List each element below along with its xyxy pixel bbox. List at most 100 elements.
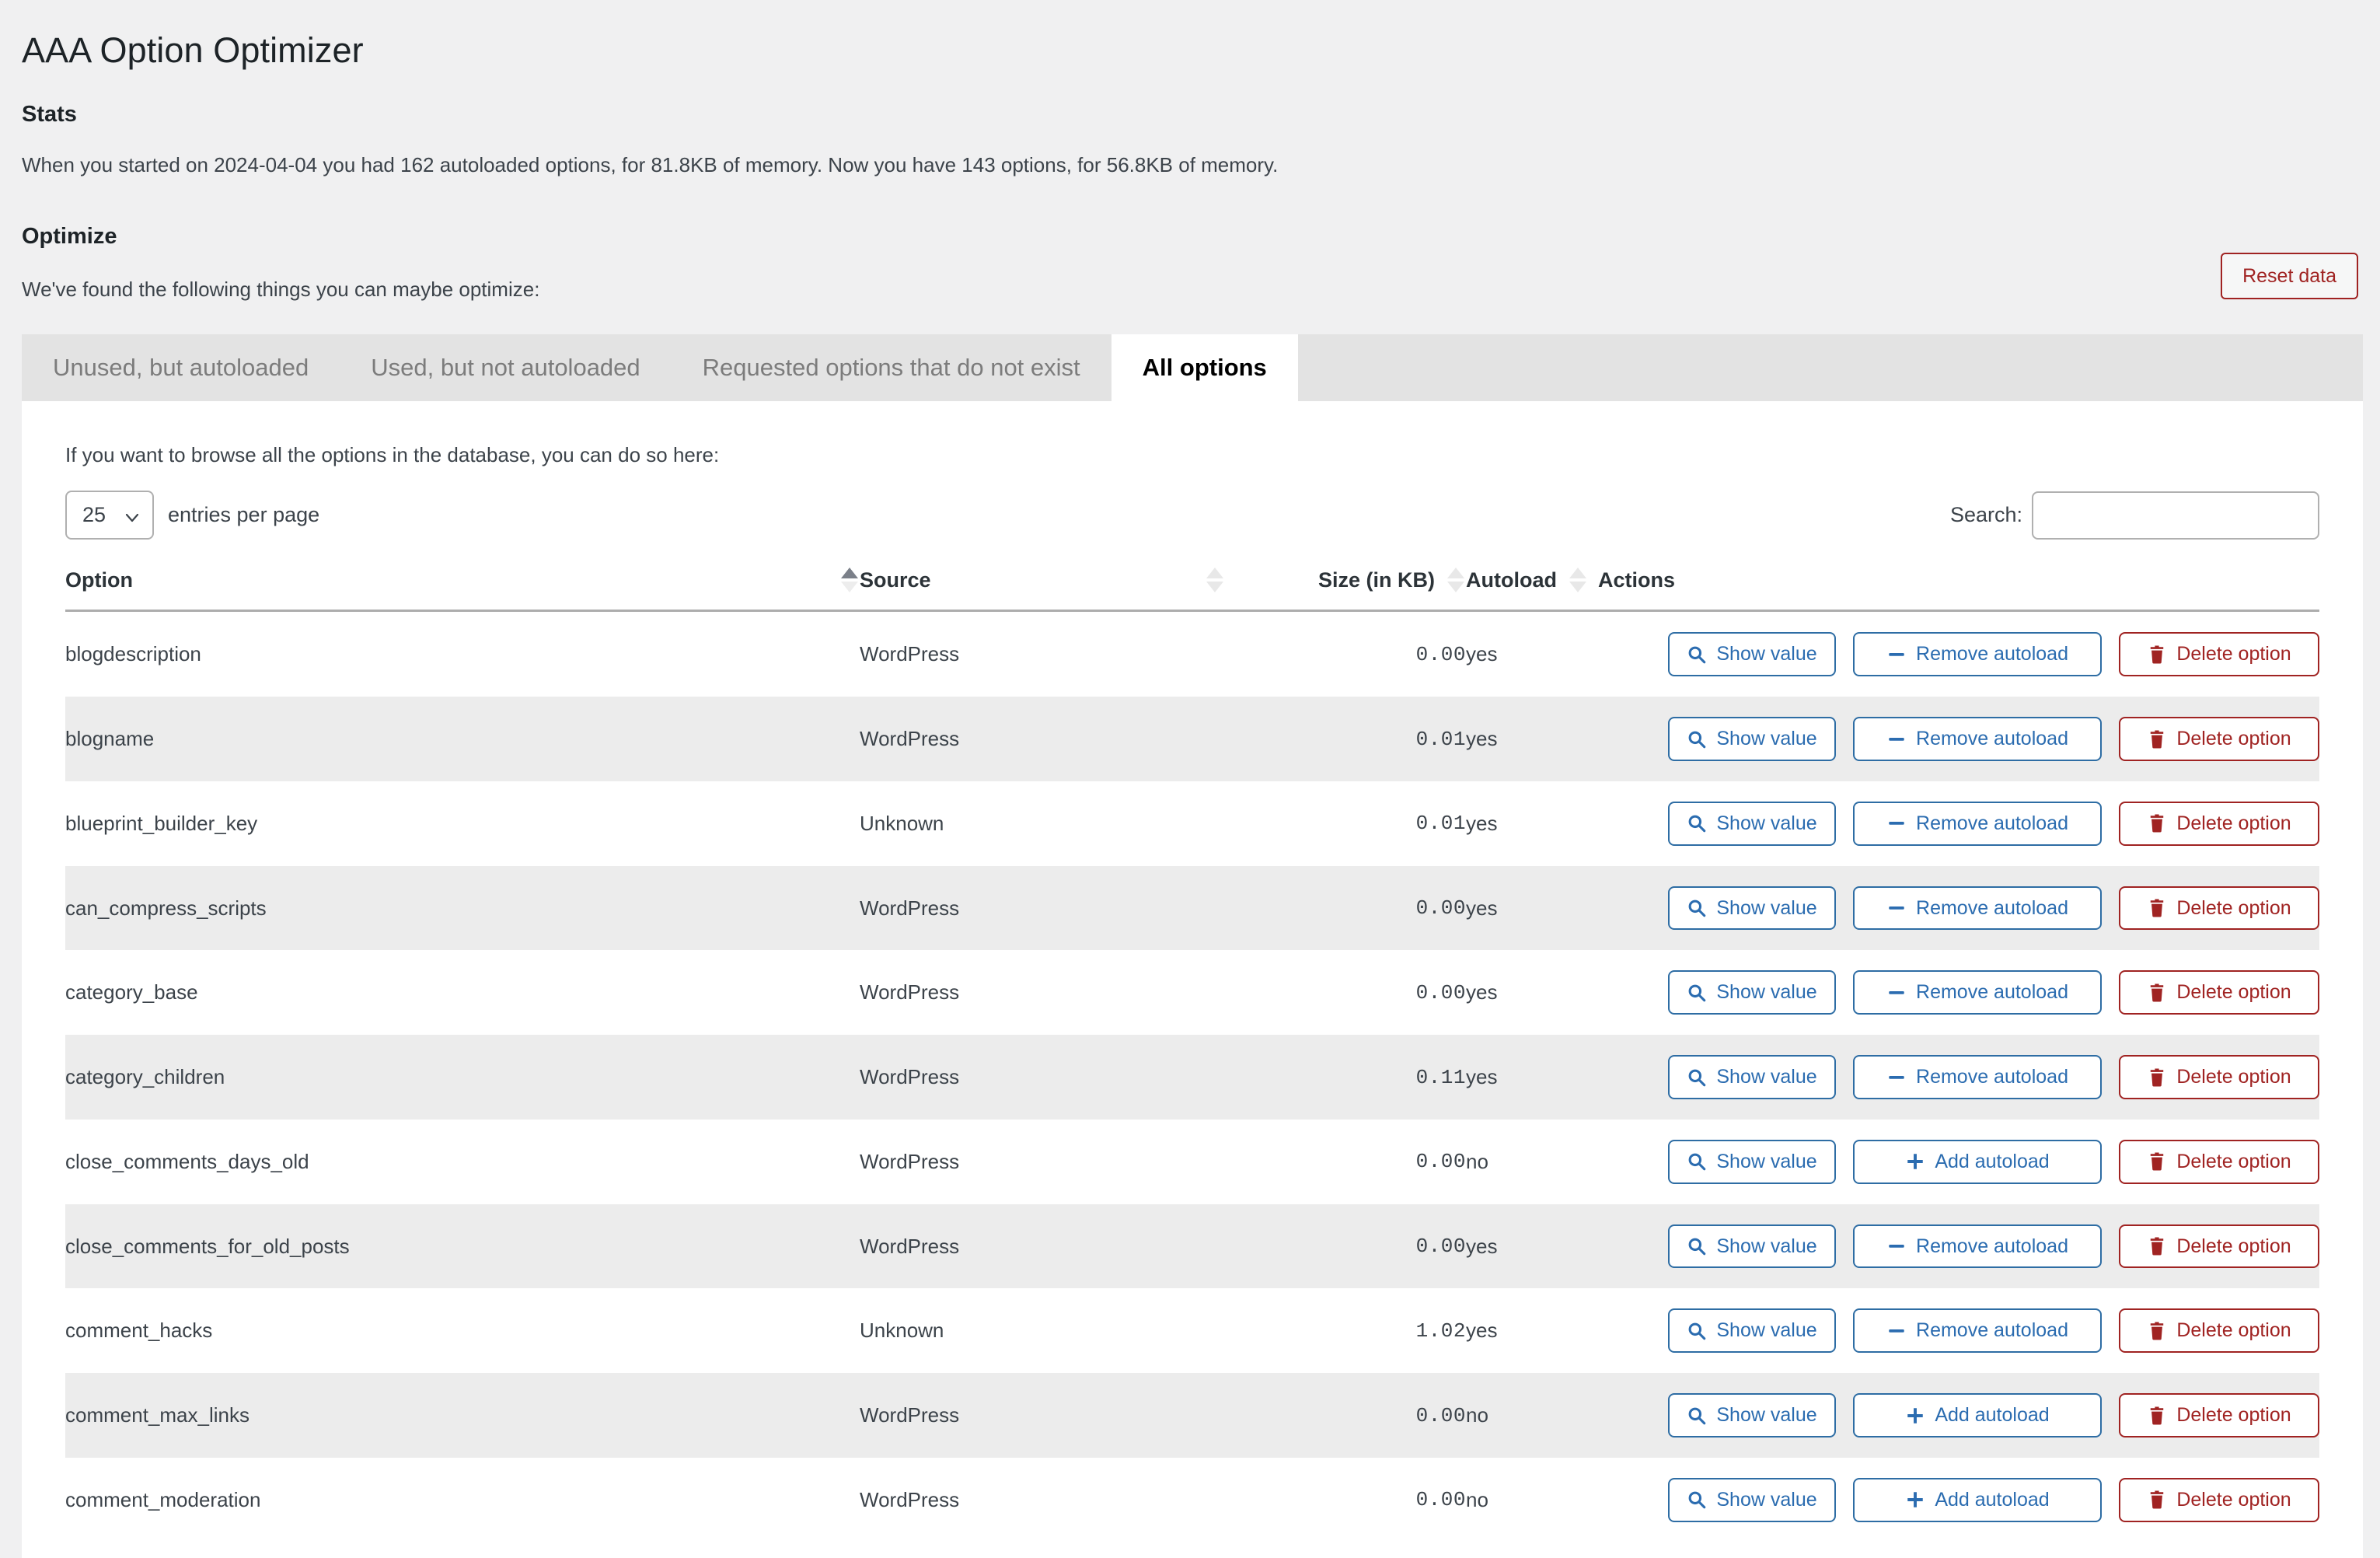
table-row: comment_moderation WordPress 0.00 no Show va… — [65, 1457, 2319, 1542]
search-icon — [1687, 729, 1707, 749]
cell-actions: Show value Remove autoload Delete option — [1598, 1288, 2319, 1373]
sort-indicator-size[interactable] — [1446, 568, 1466, 593]
tab-requested-options-that-do-not-exist[interactable]: Requested options that do not exist — [671, 334, 1111, 401]
show-value-button[interactable]: Show value — [1668, 1393, 1836, 1437]
show-value-button[interactable]: Show value — [1668, 801, 1836, 846]
add-autoload-button[interactable]: Add autoload — [1853, 1139, 2102, 1184]
add-autoload-button[interactable]: Add autoload — [1853, 1393, 2102, 1437]
remove-autoload-button[interactable]: Remove autoload — [1853, 1055, 2102, 1099]
column-header-size[interactable]: Size (in KB) — [1225, 568, 1466, 613]
minus-icon — [1886, 1236, 1907, 1256]
table-row: comment_hacks Unknown 1.02 yes Show value Rem… — [65, 1288, 2319, 1374]
minus-icon — [1886, 813, 1907, 833]
cell-size: 0.00 — [1415, 1150, 1466, 1174]
entries-per-page-select[interactable]: 25 — [65, 490, 154, 540]
remove-autoload-button-label: Remove autoload — [1916, 1066, 2068, 1088]
trash-icon — [2147, 898, 2167, 918]
delete-option-button[interactable]: Delete option — [2119, 970, 2319, 1015]
cell-size: 1.02 — [1415, 1319, 1466, 1343]
delete-option-button[interactable]: Delete option — [2119, 886, 2319, 931]
sort-indicator-option[interactable] — [839, 568, 860, 593]
stats-heading: Stats — [22, 101, 77, 127]
add-autoload-button[interactable]: Add autoload — [1853, 1477, 2102, 1522]
entries-per-page-label: entries per page — [168, 503, 320, 527]
delete-option-button-label: Delete option — [2176, 1150, 2291, 1172]
remove-autoload-button[interactable]: Remove autoload — [1853, 801, 2102, 846]
cell-autoload: yes — [1466, 1319, 1498, 1343]
page-title: AAA Option Optimizer — [22, 30, 364, 70]
plus-icon — [1905, 1151, 1925, 1172]
remove-autoload-button[interactable]: Remove autoload — [1853, 717, 2102, 761]
reset-data-button[interactable]: Reset data — [2221, 252, 2358, 299]
entries-per-page-group: 25 entries per page — [65, 490, 320, 540]
show-value-button[interactable]: Show value — [1668, 1139, 1836, 1184]
delete-option-button[interactable]: Delete option — [2119, 1308, 2319, 1354]
remove-autoload-button[interactable]: Remove autoload — [1853, 970, 2102, 1015]
tab-bar-filler — [1297, 334, 2363, 401]
cell-autoload: yes — [1466, 896, 1498, 920]
cell-actions: Show value Remove autoload Delete option — [1598, 1204, 2319, 1289]
cell-size: 0.11 — [1415, 1065, 1466, 1089]
table-controls: 25 entries per page Search: — [22, 467, 2363, 540]
show-value-button-label: Show value — [1716, 896, 1817, 919]
delete-option-button[interactable]: Delete option — [2119, 1055, 2319, 1099]
delete-option-button[interactable]: Delete option — [2119, 717, 2319, 761]
search-icon — [1687, 813, 1707, 833]
show-value-button[interactable]: Show value — [1668, 970, 1836, 1015]
show-value-button-label: Show value — [1716, 1488, 1817, 1511]
column-header-option[interactable]: Option — [65, 568, 860, 613]
table-row: can_compress_scripts WordPress 0.00 yes Show… — [65, 865, 2319, 951]
cell-actions: Show value Add autoload Delete option — [1598, 1120, 2319, 1204]
show-value-button[interactable]: Show value — [1668, 1224, 1836, 1269]
delete-option-button-label: Delete option — [2176, 1404, 2291, 1427]
column-header-autoload[interactable]: Autoload — [1466, 568, 1598, 613]
search-input[interactable] — [2032, 491, 2319, 540]
delete-option-button[interactable]: Delete option — [2119, 1224, 2319, 1269]
delete-option-button[interactable]: Delete option — [2119, 1393, 2319, 1437]
cell-size: 0.00 — [1415, 642, 1466, 666]
tab-unused-but-autoloaded[interactable]: Unused, but autoloaded — [22, 334, 340, 401]
delete-option-button[interactable]: Delete option — [2119, 1477, 2319, 1522]
trash-icon — [2147, 1490, 2167, 1510]
trash-icon — [2147, 645, 2167, 665]
column-header-actions-label: Actions — [1598, 568, 1676, 592]
sort-indicator-autoload[interactable] — [1568, 568, 1588, 593]
cell-source: WordPress — [860, 1234, 960, 1258]
cell-actions: Show value Remove autoload Delete option — [1598, 611, 2319, 697]
show-value-button[interactable]: Show value — [1668, 1308, 1836, 1354]
show-value-button[interactable]: Show value — [1668, 717, 1836, 761]
remove-autoload-button[interactable]: Remove autoload — [1853, 886, 2102, 931]
show-value-button-label: Show value — [1716, 1319, 1817, 1342]
minus-icon — [1886, 1321, 1907, 1341]
delete-option-button[interactable]: Delete option — [2119, 632, 2319, 677]
plus-icon — [1905, 1406, 1925, 1426]
show-value-button[interactable]: Show value — [1668, 632, 1836, 677]
add-autoload-button-label: Add autoload — [1935, 1150, 2050, 1172]
column-header-source[interactable]: Source — [860, 568, 1225, 613]
cell-actions: Show value Remove autoload Delete option — [1598, 950, 2319, 1035]
tab-used-but-not-autoloaded[interactable]: Used, but not autoloaded — [340, 334, 672, 401]
delete-option-button-label: Delete option — [2176, 1488, 2291, 1511]
remove-autoload-button-label: Remove autoload — [1916, 728, 2068, 750]
cell-size: 0.00 — [1415, 1403, 1466, 1427]
delete-option-button[interactable]: Delete option — [2119, 801, 2319, 846]
panel-intro-text: If you want to browse all the options in… — [65, 442, 720, 466]
show-value-button[interactable]: Show value — [1668, 1477, 1836, 1522]
remove-autoload-button[interactable]: Remove autoload — [1853, 1224, 2102, 1269]
chevron-down-icon — [124, 508, 140, 523]
remove-autoload-button[interactable]: Remove autoload — [1853, 632, 2102, 677]
remove-autoload-button-label: Remove autoload — [1916, 643, 2068, 665]
show-value-button[interactable]: Show value — [1668, 1055, 1836, 1099]
table-row: category_base WordPress 0.00 yes Show value R… — [65, 950, 2319, 1036]
tab-all-options[interactable]: All options — [1111, 334, 1298, 401]
delete-option-button-label: Delete option — [2176, 1066, 2291, 1088]
cell-actions: Show value Remove autoload Delete option — [1598, 1035, 2319, 1120]
cell-autoload: yes — [1466, 1065, 1498, 1088]
delete-option-button[interactable]: Delete option — [2119, 1139, 2319, 1184]
sort-indicator-source[interactable] — [1205, 568, 1225, 593]
remove-autoload-button[interactable]: Remove autoload — [1853, 1308, 2102, 1354]
column-header-actions: Actions — [1598, 568, 2319, 613]
cell-autoload: yes — [1466, 642, 1498, 666]
show-value-button[interactable]: Show value — [1668, 886, 1836, 931]
cell-autoload: yes — [1466, 727, 1498, 750]
